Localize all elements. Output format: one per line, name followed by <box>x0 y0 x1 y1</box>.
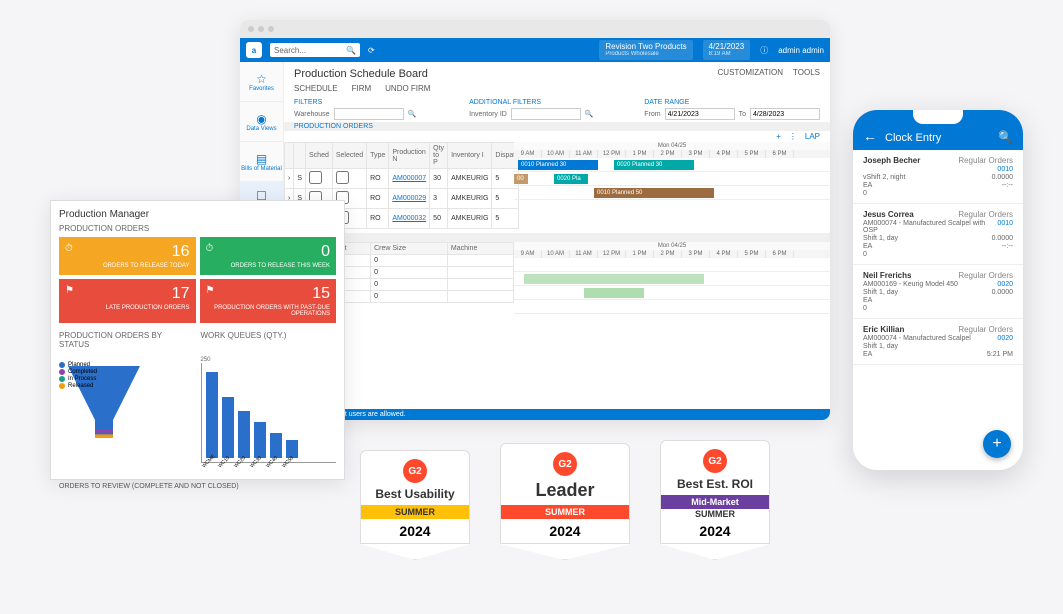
table-row[interactable]: ›SROAM00000730AMKEURIG5 <box>285 169 519 189</box>
inventory-input[interactable] <box>511 108 581 120</box>
macos-title-bar <box>240 20 830 38</box>
gantt-bar[interactable]: 0010 Planned 30 <box>518 160 598 170</box>
chart-bar <box>238 411 250 458</box>
tab[interactable]: FIRM <box>352 84 372 93</box>
mobile-device: ← Clock Entry 🔍 Joseph BecherRegular Ord… <box>853 110 1023 470</box>
dashboard-panel: Production Manager PRODUCTION ORDERS ⏱16… <box>50 200 345 480</box>
list-item[interactable]: Jesus CorreaRegular Orders AM000074 - Ma… <box>853 204 1023 265</box>
chart-bar <box>254 422 266 458</box>
search-input[interactable]: Search... 🔍 <box>270 43 360 57</box>
kpi-tile[interactable]: ⏱0ORDERS TO RELEASE THIS WEEK <box>200 237 337 275</box>
gantt-bar[interactable]: 0020 Pla <box>554 174 588 184</box>
chart-bar <box>270 433 282 458</box>
search-icon[interactable]: 🔍 <box>408 110 417 118</box>
customization-link[interactable]: CUSTOMIZATION <box>718 68 783 77</box>
to-date[interactable] <box>750 108 820 120</box>
gantt-bar[interactable]: 00 <box>514 174 528 184</box>
search-placeholder: Search... <box>274 46 306 55</box>
chart-bar <box>206 372 218 458</box>
kpi-tile[interactable]: ⚑15PRODUCTION ORDERS WITH PAST-DUE OPERA… <box>200 279 337 323</box>
award-badges: G2Best UsabilitySUMMER2024 G2LeaderSUMMER… <box>360 440 770 560</box>
sidebar-item[interactable]: ☆Favorites <box>240 62 283 102</box>
back-icon[interactable]: ← <box>863 128 877 144</box>
tab[interactable]: UNDO FIRM <box>385 84 430 93</box>
add-icon[interactable]: + <box>776 132 781 141</box>
g2-badge: G2Best UsabilitySUMMER2024 <box>360 450 470 544</box>
sidebar-item[interactable]: ▤Bills of Material <box>240 142 283 182</box>
tools-link[interactable]: TOOLS <box>793 68 820 77</box>
footer-warning: nly two concurrent users are allowed. <box>284 409 830 420</box>
search-icon[interactable]: 🔍 <box>998 130 1013 144</box>
date-display: 4/21/2023 8:19 AM <box>703 40 751 61</box>
mobile-title: Clock Entry <box>885 132 941 144</box>
refresh-icon[interactable]: ⟳ <box>368 46 375 55</box>
app-top-bar: a Search... 🔍 ⟳ Revision Two Products Pr… <box>240 38 830 62</box>
warehouse-input[interactable] <box>334 108 404 120</box>
fab-add-button[interactable]: + <box>983 430 1011 458</box>
kpi-tile[interactable]: ⏱16ORDERS TO RELEASE TODAY <box>59 237 196 275</box>
help-icon[interactable]: ⓘ <box>760 45 768 56</box>
chart-bar <box>222 397 234 458</box>
search-icon[interactable]: 🔍 <box>346 46 356 55</box>
gantt-bar[interactable]: 0020 Planned 30 <box>614 160 694 170</box>
list-item[interactable]: Joseph BecherRegular Orders 0010 vShift … <box>853 150 1023 204</box>
filter-icon[interactable]: ⋮ <box>789 132 797 141</box>
from-date[interactable] <box>665 108 735 120</box>
list-item[interactable]: Eric KillianRegular Orders AM000074 - Ma… <box>853 319 1023 365</box>
g2-badge: G2Best Est. ROIMid-MarketSUMMER2024 <box>660 440 770 544</box>
gantt-bar[interactable] <box>524 274 704 284</box>
revision-selector[interactable]: Revision Two Products Products Wholesale <box>599 40 692 61</box>
list-item[interactable]: Neil FrerichsRegular Orders AM000169 - K… <box>853 265 1023 319</box>
user-menu[interactable]: admin admin <box>778 46 824 55</box>
gantt-bar[interactable] <box>584 288 644 298</box>
gantt-bar[interactable]: 0010 Planned 50 <box>594 188 714 198</box>
search-icon[interactable]: 🔍 <box>585 110 594 118</box>
kpi-tile[interactable]: ⚑17LATE PRODUCTION ORDERS <box>59 279 196 323</box>
tab[interactable]: SCHEDULE <box>294 84 338 93</box>
app-logo: a <box>246 42 262 58</box>
dashboard-title: Production Manager <box>59 209 336 220</box>
bar-chart <box>201 363 337 463</box>
sidebar-item[interactable]: ◉Data Views <box>240 102 283 142</box>
g2-badge: G2LeaderSUMMER2024 <box>500 443 630 544</box>
